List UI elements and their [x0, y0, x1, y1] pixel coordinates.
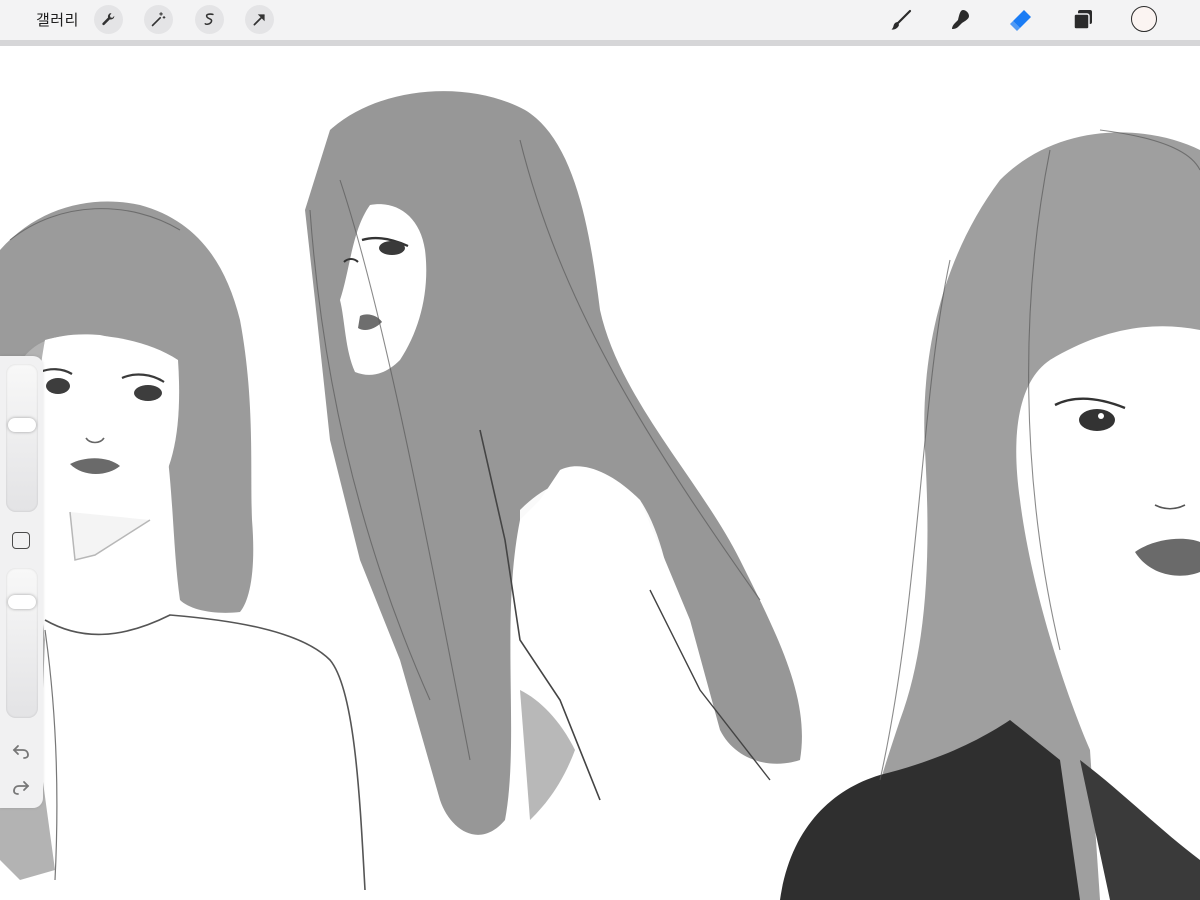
transform-button[interactable] — [245, 5, 274, 34]
middle-figure — [305, 91, 802, 835]
layers-icon — [1073, 10, 1092, 30]
brush-icon — [891, 9, 912, 30]
top-toolbar: 갤러리 — [0, 0, 1200, 46]
opacity-slider[interactable] — [6, 568, 38, 718]
right-figure — [780, 132, 1200, 900]
undo-icon[interactable] — [10, 740, 32, 762]
smudge-icon — [952, 10, 969, 29]
magic-wand-icon — [151, 12, 166, 27]
adjustments-button[interactable] — [144, 5, 173, 34]
color-picker-button[interactable] — [1131, 6, 1157, 32]
modify-button[interactable] — [12, 532, 30, 549]
selection-button[interactable] — [195, 5, 224, 34]
sidebar — [0, 356, 43, 808]
left-figure — [0, 201, 366, 891]
brush-size-thumb[interactable] — [8, 417, 36, 432]
smudge-tool-button[interactable] — [946, 5, 976, 35]
eraser-icon — [1010, 10, 1031, 31]
drawing-canvas[interactable] — [0, 46, 1200, 900]
layers-button[interactable] — [1068, 5, 1098, 35]
artwork-sketch — [0, 91, 1200, 900]
transform-arrow-icon — [253, 14, 265, 26]
opacity-thumb[interactable] — [8, 595, 36, 610]
actions-button[interactable] — [94, 5, 123, 34]
selection-icon — [204, 13, 214, 26]
gallery-button[interactable]: 갤러리 — [36, 9, 79, 30]
brush-size-slider[interactable] — [6, 364, 38, 512]
brush-tool-button[interactable] — [886, 5, 916, 35]
eraser-tool-button[interactable] — [1006, 5, 1036, 35]
redo-icon[interactable] — [10, 776, 32, 798]
wrench-icon — [102, 13, 115, 26]
